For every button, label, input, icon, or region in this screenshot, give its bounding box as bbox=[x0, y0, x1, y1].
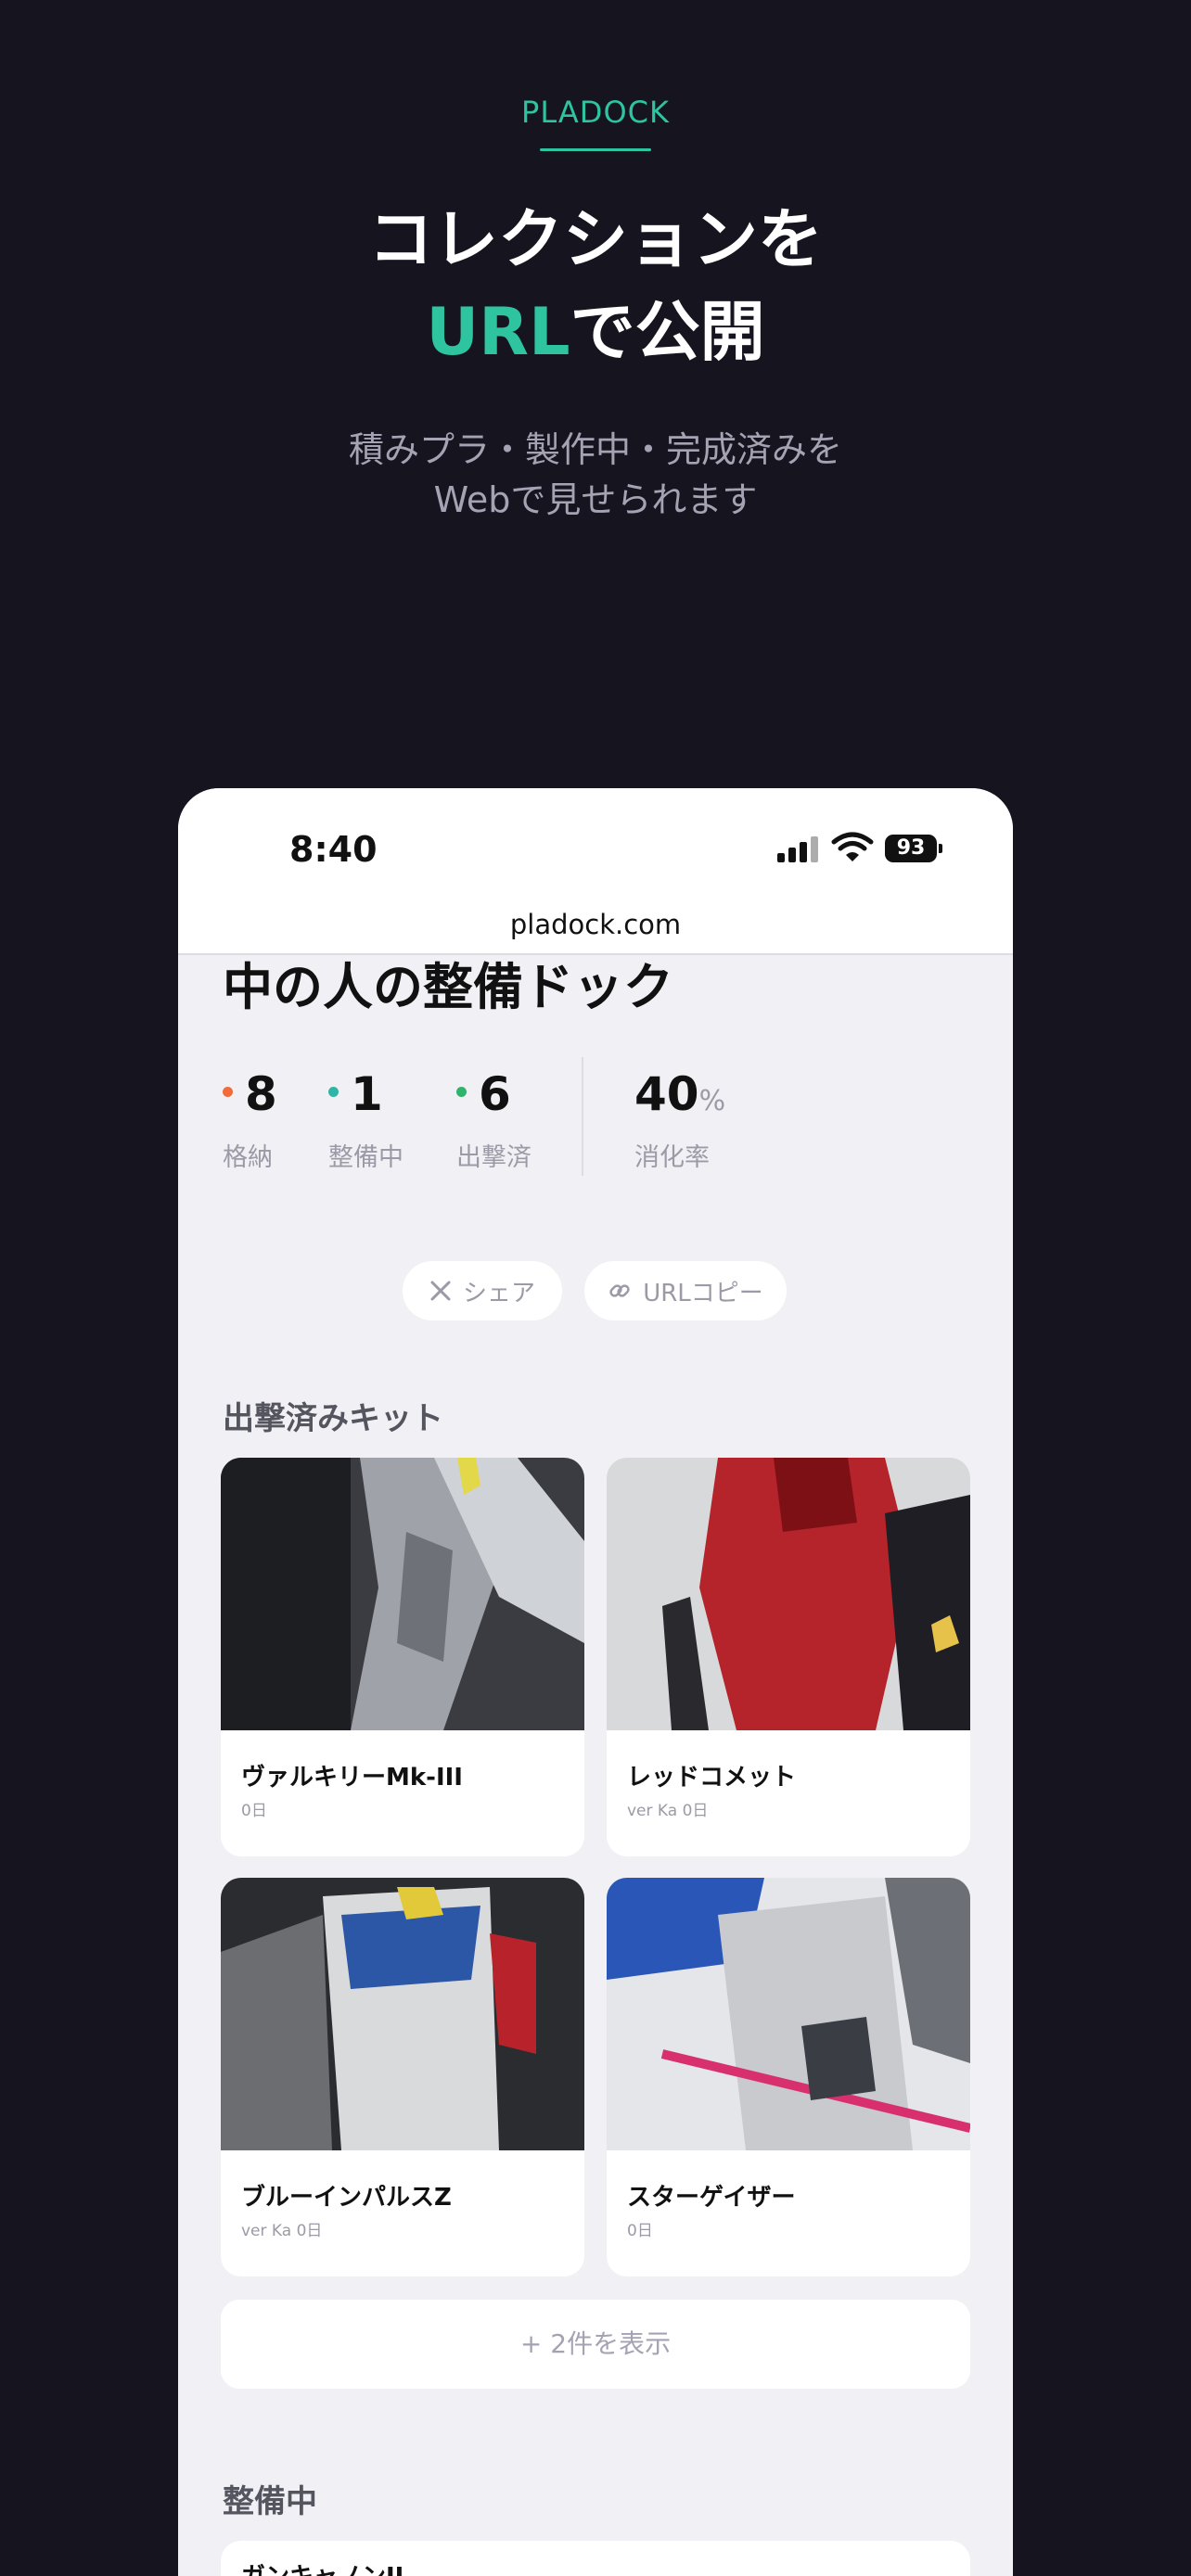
copy-url-label: URLコピー bbox=[643, 1279, 763, 1307]
stat-value: 6 bbox=[479, 1067, 511, 1121]
page-title: 中の人の整備ドック bbox=[223, 958, 673, 1016]
rate-number: 40 bbox=[634, 1067, 699, 1121]
stat-label: 出撃済 bbox=[456, 1143, 531, 1172]
subhead-line-2: Webで見せられます bbox=[433, 479, 758, 520]
stat-label: 整備中 bbox=[328, 1143, 403, 1172]
stat-label: 格納 bbox=[223, 1143, 273, 1172]
brand-label: PLADOCK bbox=[521, 95, 670, 130]
kit-name: ブルーインパルスZ bbox=[241, 2184, 452, 2212]
kit-name: ガンキャノンII bbox=[241, 2557, 403, 2576]
subhead-line-1: 積みプラ・製作中・完成済みを bbox=[348, 429, 842, 470]
rate-unit: % bbox=[698, 1085, 726, 1117]
browser-top-bar: 8:40 93 pladock.com bbox=[178, 788, 1013, 955]
kit-card[interactable]: レッドコメット ver Ka 0日 bbox=[607, 1458, 970, 1856]
headline-line-2: URLで公開 bbox=[0, 286, 1191, 378]
status-dot-icon bbox=[223, 1087, 233, 1097]
link-icon bbox=[609, 1284, 630, 1297]
address-bar-url[interactable]: pladock.com bbox=[178, 909, 1013, 940]
subhead: 積みプラ・製作中・完成済みを Webで見せられます bbox=[0, 425, 1191, 525]
kit-name: スターゲイザー bbox=[627, 2184, 796, 2212]
stat-value: 8 bbox=[245, 1067, 277, 1121]
share-label: シェア bbox=[462, 1279, 535, 1307]
kit-photo bbox=[221, 1878, 584, 2150]
headline-line-2-rest: で公開 bbox=[570, 294, 765, 370]
hero: PLADOCK コレクションを URLで公開 積みプラ・製作中・完成済みを We… bbox=[0, 0, 1191, 779]
status-dot-icon bbox=[456, 1087, 467, 1097]
copy-url-button[interactable]: URLコピー bbox=[584, 1261, 787, 1320]
kit-name: レッドコメット bbox=[627, 1764, 797, 1792]
kit-card[interactable]: ヴァルキリーMk-III 0日 bbox=[221, 1458, 584, 1856]
kit-photo bbox=[607, 1458, 970, 1730]
headline: コレクションを URLで公開 bbox=[0, 193, 1191, 378]
rate-value: 40% bbox=[634, 1066, 725, 1129]
kit-meta: ver Ka 0日 bbox=[241, 2222, 323, 2240]
brand-underline bbox=[540, 148, 651, 151]
kit-photo bbox=[221, 1458, 584, 1730]
cellular-signal-icon bbox=[777, 836, 820, 862]
stat-value: 1 bbox=[351, 1067, 383, 1121]
battery-indicator: 93 bbox=[885, 835, 937, 862]
kit-card[interactable]: ブルーインパルスZ ver Ka 0日 bbox=[221, 1878, 584, 2276]
kit-photo bbox=[607, 1878, 970, 2150]
x-logo-icon bbox=[430, 1281, 451, 1301]
kit-name: ヴァルキリーMk-III bbox=[241, 1764, 463, 1792]
section-title-deployed: 出撃済みキット bbox=[223, 1400, 443, 1437]
show-more-button[interactable]: + 2件を表示 bbox=[221, 2300, 970, 2389]
kit-card[interactable]: スターゲイザー 0日 bbox=[607, 1878, 970, 2276]
headline-accent: URL bbox=[426, 294, 570, 370]
kit-card[interactable]: ガンキャノンII bbox=[221, 2541, 970, 2576]
kit-meta: ver Ka 0日 bbox=[627, 1802, 709, 1820]
headline-line-1: コレクションを bbox=[368, 201, 823, 277]
rate-label: 消化率 bbox=[634, 1143, 710, 1172]
battery-tip bbox=[939, 844, 942, 853]
wifi-icon bbox=[831, 832, 874, 861]
status-dot-icon bbox=[328, 1087, 339, 1097]
kit-meta: 0日 bbox=[627, 2222, 653, 2240]
share-button[interactable]: シェア bbox=[403, 1261, 562, 1320]
stats-divider bbox=[582, 1057, 583, 1176]
status-time: 8:40 bbox=[289, 829, 378, 870]
phone-mockup: 8:40 93 pladock.com 中の人の整備ドック 8 格納 1 整備中… bbox=[178, 788, 1013, 2576]
kit-meta: 0日 bbox=[241, 1802, 267, 1820]
section-title-in-progress: 整備中 bbox=[223, 2483, 317, 2520]
